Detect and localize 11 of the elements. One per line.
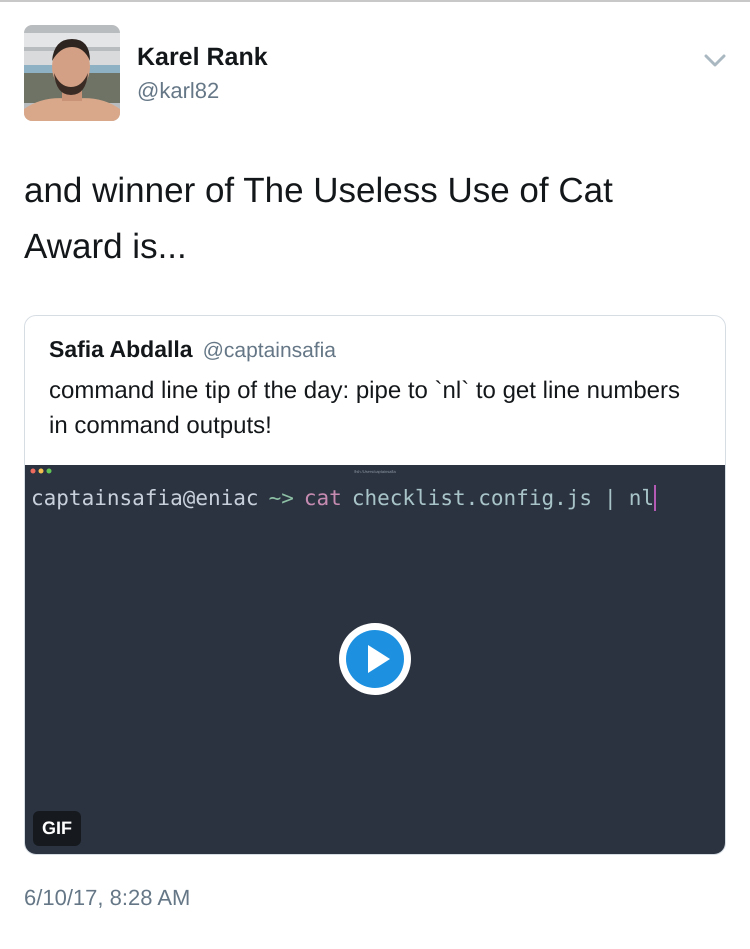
author-name[interactable]: Karel Rank <box>137 43 268 72</box>
terminal-command-line: captainsafia@eniac ~> cat checklist.config.js | nl <box>30 484 657 513</box>
quoted-tweet-text: command line tip of the day: pipe to `nl` to get line numbers in command outputs! <box>49 376 682 441</box>
tweet-text: and winner of The Useless Use of Cat Award is... <box>24 170 614 268</box>
author-handle[interactable]: @karl82 <box>137 78 220 104</box>
gif-badge: GIF <box>33 811 81 846</box>
quoted-author-name: Safia Abdalla <box>49 336 193 363</box>
quoted-author-handle: @captainsafia <box>202 339 336 363</box>
timestamp: 6/10/17, 8:28 AM <box>24 885 190 911</box>
window-controls-icon <box>30 468 52 474</box>
play-button[interactable] <box>339 623 411 695</box>
